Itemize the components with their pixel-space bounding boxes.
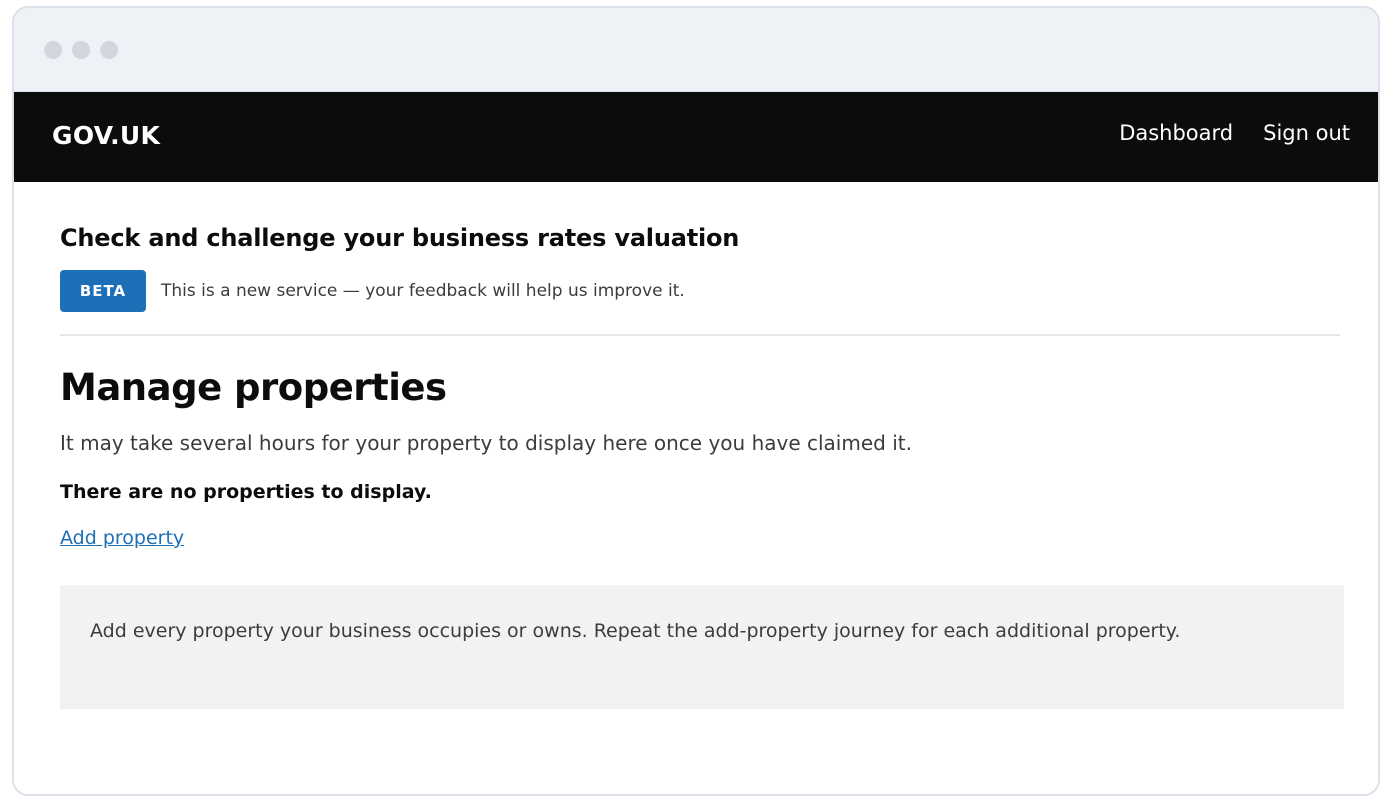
browser-window: GOV.UK Dashboard Sign out Check and chal… bbox=[12, 6, 1380, 796]
beta-tag: BETA bbox=[60, 270, 146, 312]
nav-link-dashboard[interactable]: Dashboard bbox=[1119, 121, 1233, 145]
phase-banner: BETA This is a new service — your feedba… bbox=[60, 270, 1340, 336]
header-nav: Dashboard Sign out bbox=[1119, 121, 1350, 145]
window-controls bbox=[44, 41, 118, 59]
main-content: Check and challenge your business rates … bbox=[14, 182, 1378, 709]
minimize-window-dot[interactable] bbox=[72, 41, 90, 59]
window-titlebar bbox=[14, 8, 1378, 92]
inset-text: Add every property your business occupie… bbox=[60, 585, 1344, 709]
intro-text: It may take several hours for your prope… bbox=[60, 431, 912, 455]
phase-banner-text: This is a new service — your feedback wi… bbox=[161, 281, 685, 301]
page-title: Manage properties bbox=[60, 366, 447, 409]
empty-state-message: There are no properties to display. bbox=[60, 481, 432, 503]
nav-link-sign-out[interactable]: Sign out bbox=[1263, 121, 1350, 145]
close-window-dot[interactable] bbox=[44, 41, 62, 59]
site-header: GOV.UK Dashboard Sign out bbox=[14, 92, 1378, 182]
govuk-logo[interactable]: GOV.UK bbox=[52, 121, 160, 150]
add-property-link[interactable]: Add property bbox=[60, 527, 184, 549]
service-name: Check and challenge your business rates … bbox=[60, 224, 740, 252]
maximize-window-dot[interactable] bbox=[100, 41, 118, 59]
